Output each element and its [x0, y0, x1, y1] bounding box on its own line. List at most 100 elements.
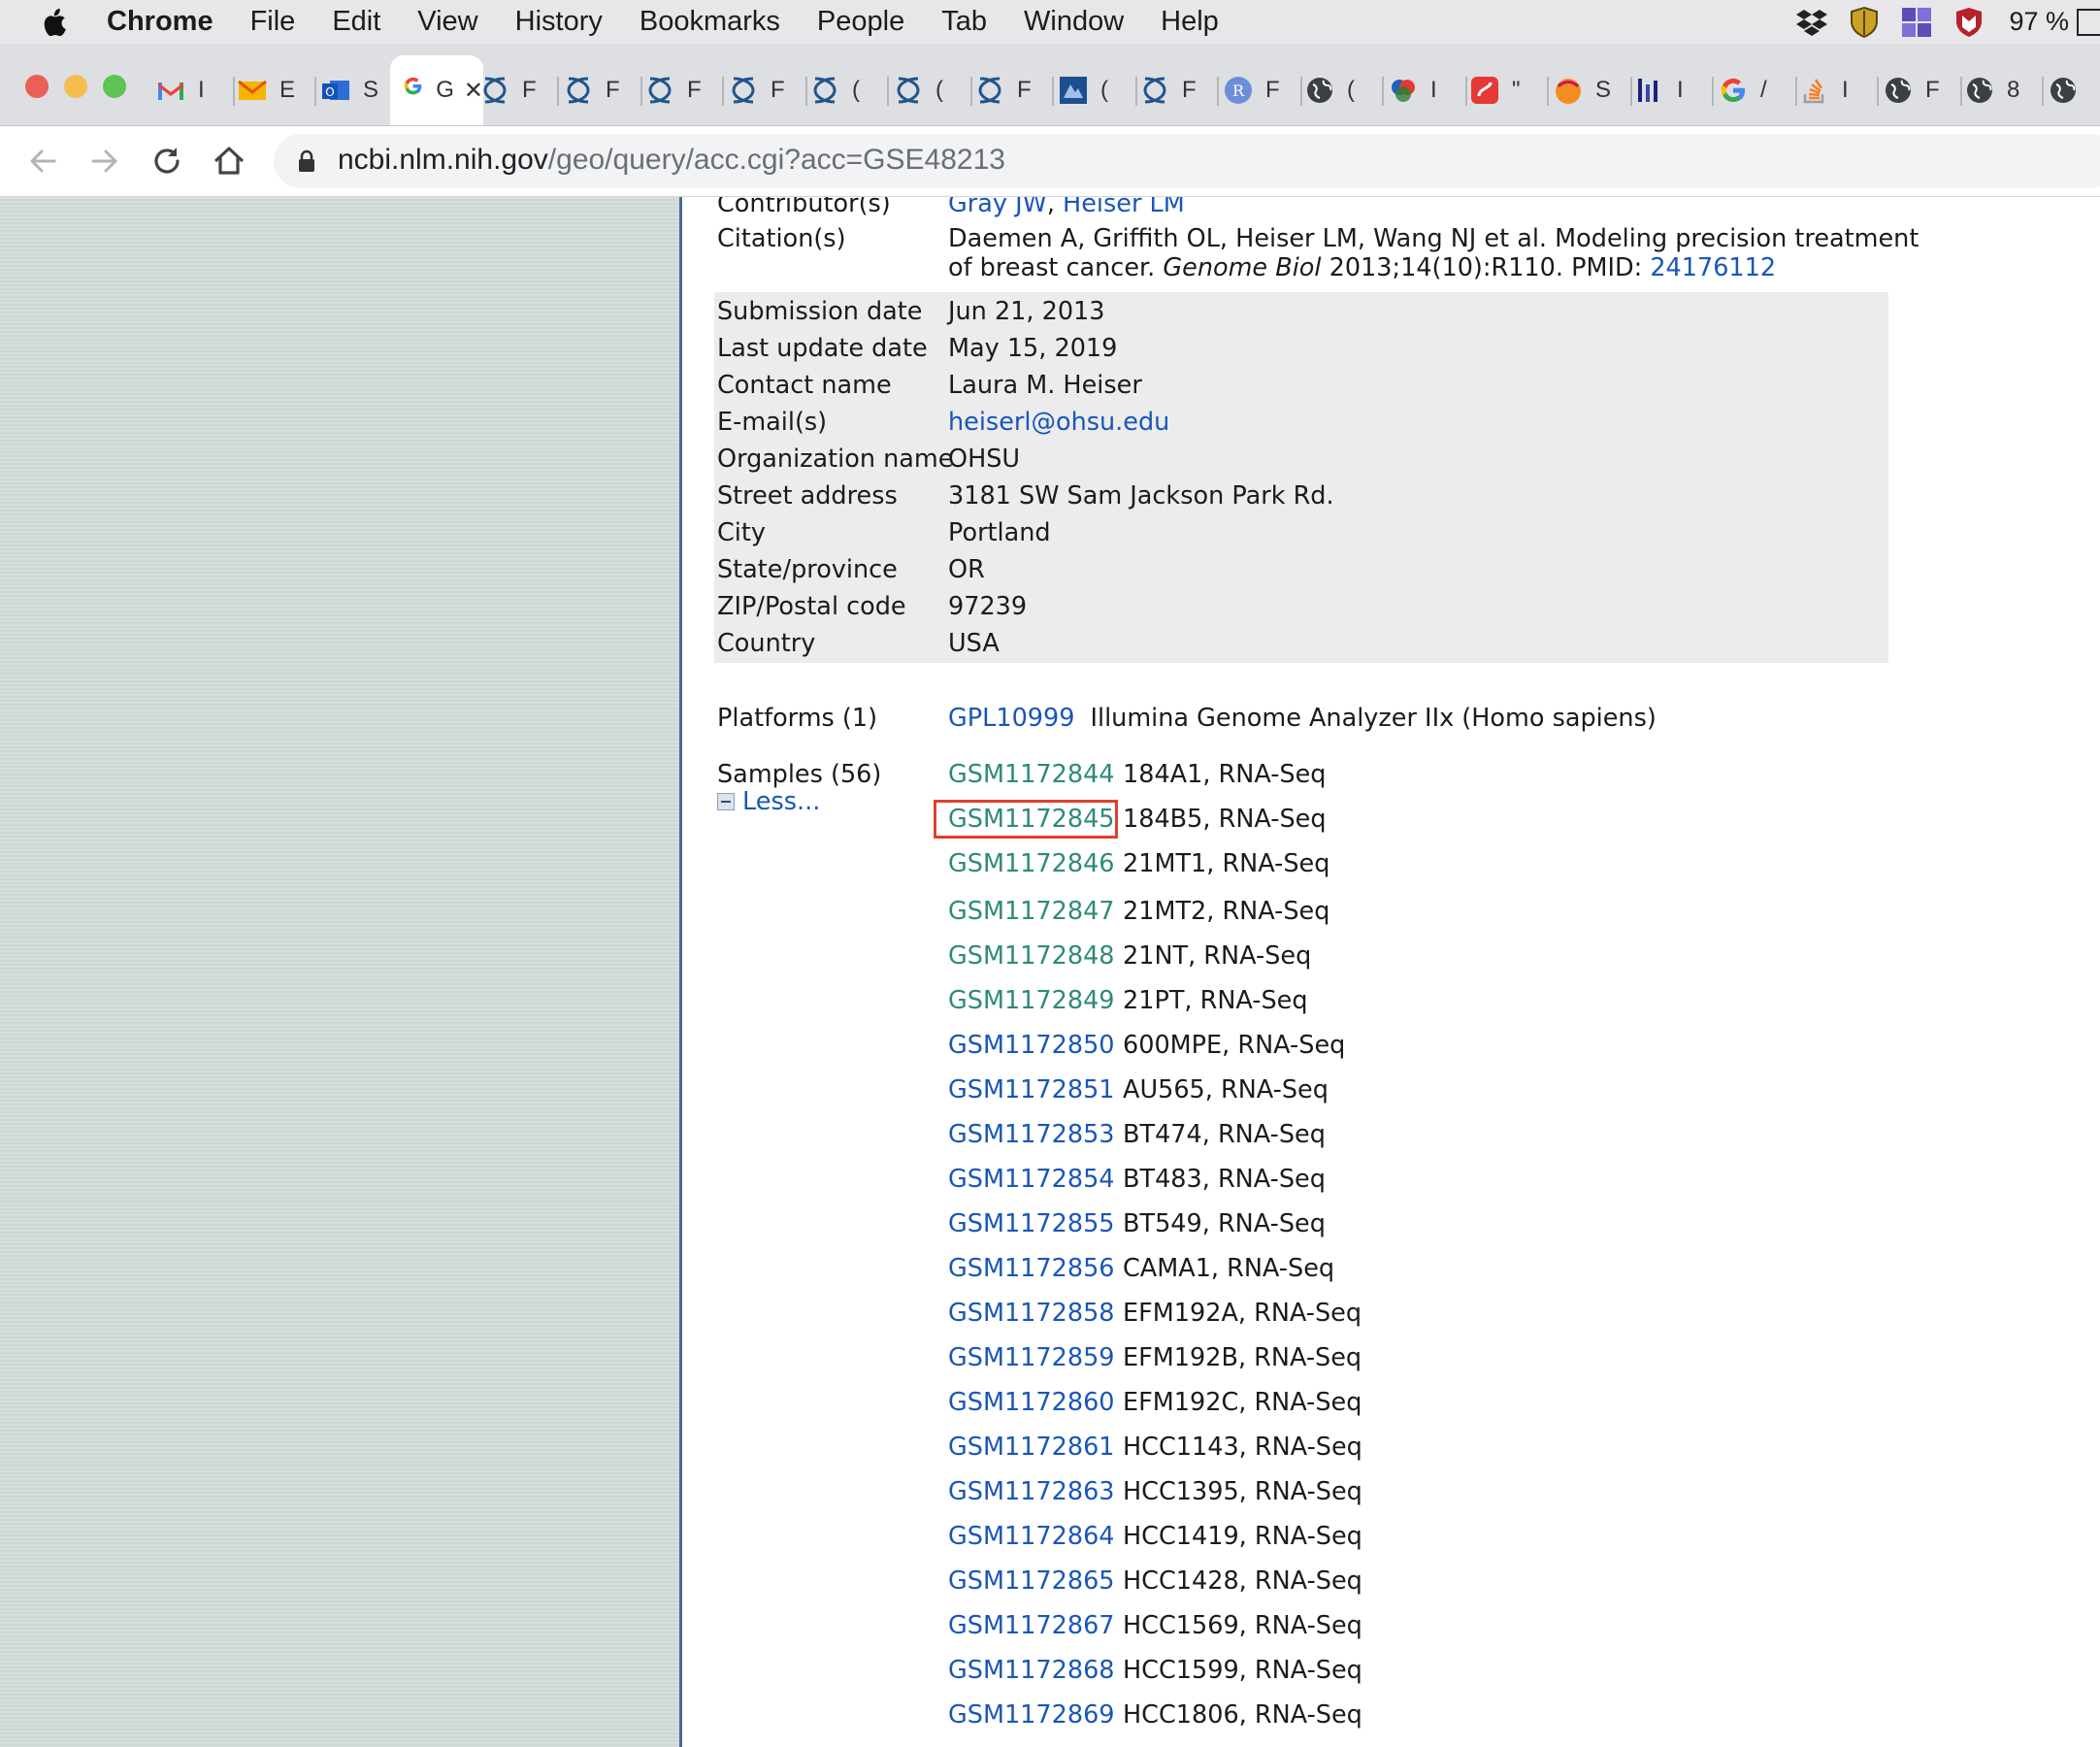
address-url[interactable]: ncbi.nlm.nih.gov/geo/query/acc.cgi?acc=G… [338, 144, 1005, 177]
orange-blob-icon [1553, 75, 1584, 106]
address-bar[interactable]: ncbi.nlm.nih.gov/geo/query/acc.cgi?acc=G… [274, 134, 2100, 188]
close-window-button[interactable] [25, 75, 49, 98]
forward-arrow-icon[interactable] [85, 142, 124, 181]
browser-tab[interactable]: S [1553, 55, 1632, 125]
browser-tab[interactable]: F [1883, 55, 1962, 125]
info-value: OHSU [948, 445, 1021, 474]
sample-accession-link[interactable]: GSM1172848 [948, 941, 1123, 971]
sample-accession-link[interactable]: GSM1172854 [948, 1165, 1123, 1194]
browser-tab[interactable]: ( [893, 55, 972, 125]
browser-tab[interactable]: F [728, 55, 807, 125]
tab-title: F [606, 77, 620, 103]
menu-people[interactable]: People [817, 6, 904, 38]
grid-app-icon[interactable] [1900, 6, 1933, 39]
tab-strip: I E O S G ✕ F F F F((F(F R F(I " S I / I F 8 [0, 44, 2100, 126]
menu-help[interactable]: Help [1161, 6, 1219, 38]
browser-tab[interactable]: I [155, 55, 235, 125]
maximize-window-button[interactable] [103, 75, 126, 98]
browser-tab[interactable]: F [644, 55, 724, 125]
home-icon[interactable] [210, 142, 248, 181]
browser-tab[interactable]: I [1388, 55, 1467, 125]
sample-accession-link[interactable]: GSM1172865 [948, 1566, 1123, 1596]
browser-tab[interactable]: " [1469, 55, 1549, 125]
menu-history[interactable]: History [515, 6, 603, 38]
browser-tab[interactable]: / [1718, 55, 1797, 125]
sample-description: HCC1419, RNA-Seq [1123, 1522, 1362, 1551]
sample-row: GSM1172844 184A1, RNA-Seq [948, 760, 1327, 789]
contributor-link-gray[interactable]: Gray JW [948, 197, 1047, 218]
less-toggle[interactable]: Less... [717, 787, 820, 816]
sample-accession-link[interactable]: GSM1172855 [948, 1209, 1123, 1238]
browser-tab[interactable]: RF [1223, 55, 1302, 125]
menu-view[interactable]: View [417, 6, 477, 38]
menu-bookmarks[interactable]: Bookmarks [640, 6, 780, 38]
browser-tab[interactable]: G ✕ [390, 55, 483, 125]
tab-title: E [279, 77, 296, 103]
back-arrow-icon[interactable] [23, 142, 62, 181]
lock-icon[interactable] [297, 149, 316, 173]
browser-tab[interactable]: I [1634, 55, 1714, 125]
browser-tab[interactable]: ( [1058, 55, 1137, 125]
geo-record-content: Contributor(s) Gray JW, Heiser LM Citati… [682, 197, 2100, 1747]
pmid-link[interactable]: 24176112 [1650, 253, 1776, 282]
sample-accession-link[interactable]: GSM1172859 [948, 1343, 1123, 1372]
contributor-link-heiser[interactable]: Heiser LM [1063, 197, 1185, 218]
battery-icon[interactable] [2077, 8, 2100, 36]
tab-title: I [1842, 77, 1849, 103]
sample-accession-link[interactable]: GSM1172869 [948, 1700, 1123, 1730]
menu-window[interactable]: Window [1024, 6, 1124, 38]
apple-menu-icon[interactable] [41, 7, 70, 38]
browser-tab[interactable]: ( [1304, 55, 1384, 125]
sample-accession-link[interactable]: GSM1172850 [948, 1031, 1123, 1060]
info-label: E-mail(s) [717, 408, 828, 437]
browser-tab[interactable]: OS [320, 55, 400, 125]
email-link[interactable]: heiserl@ohsu.edu [948, 408, 1169, 437]
info-value: USA [948, 629, 1000, 658]
less-link[interactable]: Less... [742, 787, 820, 816]
sample-accession-link[interactable]: GSM1172861 [948, 1433, 1123, 1462]
collapse-minus-icon[interactable] [717, 793, 735, 810]
sample-accession-link[interactable]: GSM1172847 [948, 897, 1123, 926]
url-path: /geo/query/acc.cgi?acc=GSE48213 [547, 144, 1005, 176]
sample-accession-link[interactable]: GSM1172844 [948, 760, 1123, 789]
reload-icon[interactable] [148, 142, 186, 181]
sample-accession-link[interactable]: GSM1172851 [948, 1075, 1123, 1104]
browser-tab[interactable]: F [1139, 55, 1219, 125]
menu-edit[interactable]: Edit [332, 6, 380, 38]
platforms-label: Platforms (1) [717, 704, 878, 733]
browser-tab[interactable]: ( [809, 55, 889, 125]
sample-description: HCC1395, RNA-Seq [1123, 1477, 1362, 1506]
sample-accession-link[interactable]: GSM1172853 [948, 1120, 1123, 1149]
sample-accession-link[interactable]: GSM1172860 [948, 1388, 1123, 1417]
sample-accession-link[interactable]: GSM1172868 [948, 1656, 1123, 1685]
menu-tab[interactable]: Tab [941, 6, 987, 38]
menu-file[interactable]: File [250, 6, 296, 38]
contributor-separator: , [1046, 197, 1064, 218]
dropbox-icon[interactable] [1795, 6, 1828, 39]
browser-tab[interactable]: I [1799, 55, 1879, 125]
sample-row: GSM1172860 EFM192C, RNA-Seq [948, 1388, 1362, 1417]
sample-accession-link[interactable]: GSM1172867 [948, 1611, 1123, 1640]
shield-icon[interactable] [1848, 6, 1881, 39]
platform-link[interactable]: GPL10999 [948, 704, 1074, 733]
browser-tab[interactable]: F [974, 55, 1054, 125]
tab-title: F [1265, 77, 1280, 103]
browser-tab[interactable]: E [237, 55, 316, 125]
browser-tab[interactable]: F [479, 55, 559, 125]
sample-accession-link[interactable]: GSM1172856 [948, 1254, 1123, 1283]
sample-accession-link[interactable]: GSM1172846 [948, 849, 1123, 878]
tab-separator [887, 77, 889, 106]
browser-tab[interactable]: 8 [1964, 55, 2044, 125]
tab-title: I [198, 77, 205, 103]
sample-description: 21MT2, RNA-Seq [1123, 897, 1330, 926]
svg-text:O: O [325, 85, 334, 99]
sample-accession-link[interactable]: GSM1172849 [948, 986, 1123, 1015]
menu-chrome[interactable]: Chrome [107, 6, 213, 38]
minimize-window-button[interactable] [64, 75, 87, 98]
mcafee-icon[interactable] [1952, 6, 1985, 39]
browser-tab[interactable]: F [563, 55, 642, 125]
sample-accession-link[interactable]: GSM1172858 [948, 1299, 1123, 1328]
browser-tab[interactable] [2048, 55, 2100, 125]
sample-accession-link[interactable]: GSM1172863 [948, 1477, 1123, 1506]
sample-accession-link[interactable]: GSM1172864 [948, 1522, 1123, 1551]
